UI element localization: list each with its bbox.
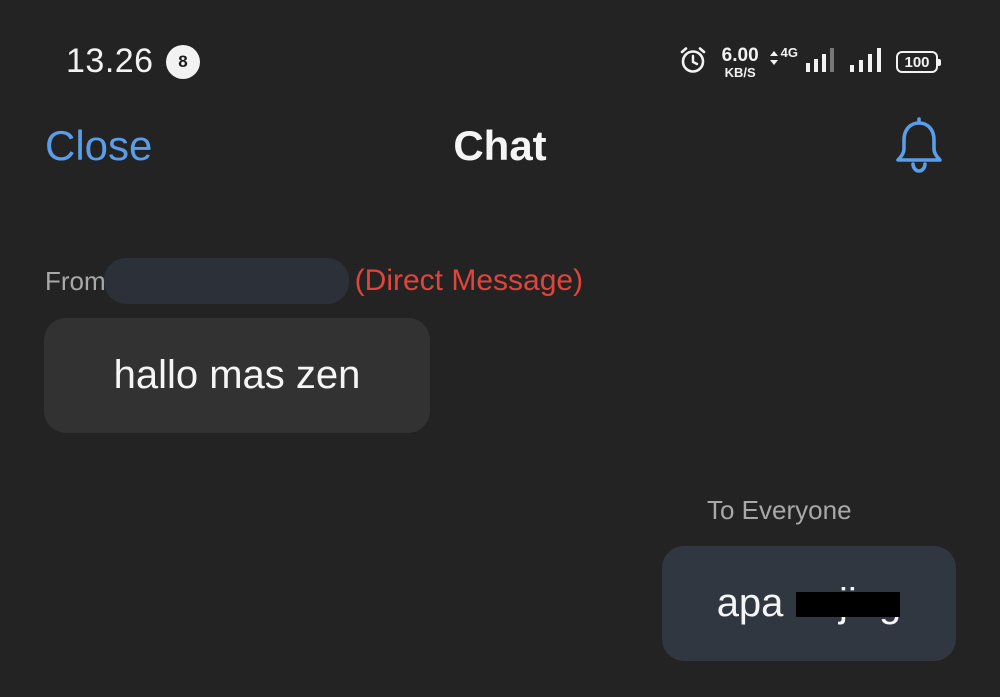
chat-screen: 13.26 8 6.00 KB/S 4G 100 Close Chat From… (0, 0, 1000, 697)
network-speed: 6.00 KB/S (722, 46, 759, 79)
alarm-icon (678, 45, 708, 80)
status-time: 13.26 (66, 42, 154, 80)
status-icons: 6.00 KB/S 4G 100 (678, 42, 941, 82)
battery-level: 100 (904, 53, 930, 71)
direct-message-tag: (Direct Message) (354, 264, 584, 297)
sender-name-redacted (103, 258, 349, 304)
censor-bar (796, 592, 900, 617)
close-button[interactable]: Close (45, 122, 152, 170)
notification-count-badge: 8 (166, 45, 200, 79)
incoming-message-text: hallo mas zen (113, 353, 361, 397)
network-speed-unit: KB/S (724, 64, 756, 80)
bell-icon (892, 116, 946, 179)
incoming-message-bubble[interactable]: hallo mas zen (44, 318, 430, 433)
network-type: 4G (780, 45, 798, 60)
message-sender-line: From (Direct Message) (45, 258, 583, 304)
data-arrows-icon (769, 51, 778, 71)
from-label: From (45, 265, 106, 296)
signal-sim2-icon (848, 46, 886, 79)
notification-bell-button[interactable] (890, 116, 948, 179)
network-speed-value: 6.00 (721, 44, 759, 66)
battery-icon: 100 (896, 51, 941, 73)
recipient-label: To Everyone (707, 495, 852, 525)
signal-sim1-icon (804, 46, 838, 79)
